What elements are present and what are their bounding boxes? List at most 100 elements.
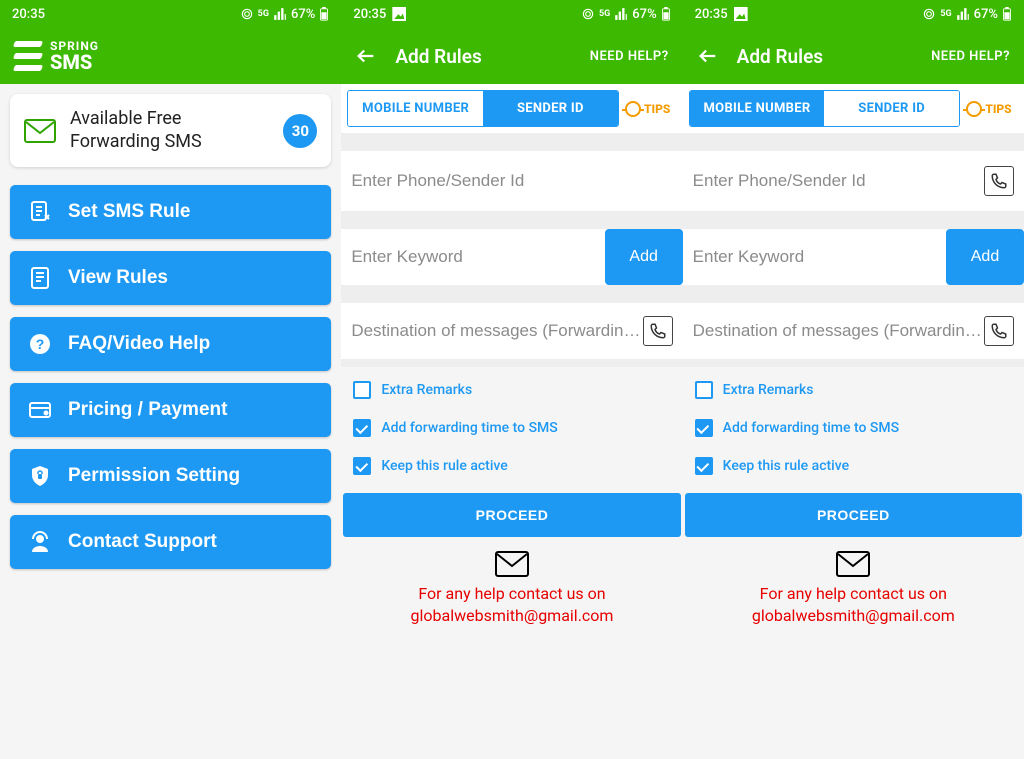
gallery-icon — [392, 7, 406, 21]
free-sms-badge: 30 — [283, 114, 317, 148]
view-rules-label: View Rules — [68, 267, 168, 289]
forwarding-time-row[interactable]: Add forwarding time to SMS — [347, 409, 676, 447]
tips-link[interactable]: TIPS — [960, 90, 1018, 127]
proceed-button[interactable]: PROCEED — [343, 493, 680, 537]
keyword-row: Add — [683, 229, 1024, 285]
status-battery: 67% — [974, 7, 998, 22]
app-bar: Add Rules NEED HELP? — [341, 28, 682, 84]
faq-label: FAQ/Video Help — [68, 333, 210, 355]
forwarding-time-row[interactable]: Add forwarding time to SMS — [689, 409, 1018, 447]
status-battery: 67% — [291, 7, 315, 22]
phone-sender-input[interactable] — [693, 171, 984, 191]
set-sms-rule-button[interactable]: Set SMS Rule — [10, 185, 331, 239]
app-bar: SPRING SMS — [0, 28, 341, 84]
pick-contact-button[interactable] — [984, 166, 1014, 196]
destination-input[interactable] — [351, 321, 642, 341]
keyword-input[interactable] — [683, 229, 946, 285]
payment-icon — [28, 398, 52, 422]
shield-icon — [28, 464, 52, 488]
keep-active-row[interactable]: Keep this rule active — [347, 447, 676, 485]
checkbox-icon[interactable] — [353, 419, 371, 437]
back-icon[interactable] — [355, 45, 377, 67]
view-rules-button[interactable]: View Rules — [10, 251, 331, 305]
keep-active-label: Keep this rule active — [723, 458, 849, 474]
permission-label: Permission Setting — [68, 465, 240, 487]
checkbox-icon[interactable] — [353, 381, 371, 399]
bulb-icon — [625, 101, 641, 117]
tips-label: TIPS — [644, 102, 670, 116]
phone-sender-input[interactable] — [351, 171, 672, 191]
need-help-link[interactable]: NEED HELP? — [931, 49, 1010, 64]
status-icons: 5G 67% — [240, 7, 330, 22]
faq-button[interactable]: ? FAQ/Video Help — [10, 317, 331, 371]
rule-type-tabs: MOBILE NUMBER SENDER ID — [347, 90, 618, 127]
status-icons: 5G 67% — [922, 7, 1012, 22]
add-keyword-button[interactable]: Add — [946, 229, 1024, 285]
phone-icon — [649, 322, 667, 340]
brand-line2: SMS — [50, 52, 99, 72]
tab-sender-id[interactable]: SENDER ID — [483, 91, 618, 126]
envelope-icon — [836, 551, 870, 577]
pick-contact-button[interactable] — [643, 316, 673, 346]
tab-mobile-number[interactable]: MOBILE NUMBER — [690, 91, 825, 126]
tips-link[interactable]: TIPS — [619, 90, 677, 127]
app-logo: SPRING SMS — [14, 40, 99, 72]
status-icons: 5G 67% — [581, 7, 671, 22]
sender-input-row — [341, 151, 682, 211]
help-email[interactable]: globalwebsmith@gmail.com — [361, 605, 662, 627]
phone-icon — [990, 322, 1008, 340]
tips-label: TIPS — [985, 102, 1011, 116]
forwarding-time-label: Add forwarding time to SMS — [723, 420, 899, 436]
svg-text:?: ? — [36, 336, 45, 352]
screen-add-rules-sender: 20:35 5G 67% Add Rules NEED HELP? MOBILE… — [683, 0, 1024, 759]
screen-home: 20:35 5G 67% SPRING SMS Available Free F… — [0, 0, 341, 759]
help-email[interactable]: globalwebsmith@gmail.com — [703, 605, 1004, 627]
keyword-input[interactable] — [341, 229, 604, 285]
bulb-icon — [966, 101, 982, 117]
contact-support-label: Contact Support — [68, 531, 217, 553]
checkbox-icon[interactable] — [695, 419, 713, 437]
checkbox-icon[interactable] — [353, 457, 371, 475]
checkbox-icon[interactable] — [695, 381, 713, 399]
status-time: 20:35 — [353, 7, 386, 22]
pick-contact-button[interactable] — [984, 316, 1014, 346]
free-sms-card[interactable]: Available Free Forwarding SMS 30 — [10, 94, 331, 167]
extra-remarks-label: Extra Remarks — [723, 382, 814, 398]
extra-remarks-row[interactable]: Extra Remarks — [689, 371, 1018, 409]
contact-support-button[interactable]: Contact Support — [10, 515, 331, 569]
envelope-icon — [495, 551, 529, 577]
status-bar: 20:35 5G 67% — [341, 0, 682, 28]
help-line1: For any help contact us on — [703, 583, 1004, 605]
status-time: 20:35 — [695, 7, 728, 22]
app-bar: Add Rules NEED HELP? — [683, 28, 1024, 84]
permission-button[interactable]: Permission Setting — [10, 449, 331, 503]
status-bar: 20:35 5G 67% — [0, 0, 341, 28]
checkbox-icon[interactable] — [695, 457, 713, 475]
destination-input[interactable] — [693, 321, 984, 341]
envelope-icon — [24, 119, 56, 143]
keep-active-row[interactable]: Keep this rule active — [689, 447, 1018, 485]
tab-sender-id[interactable]: SENDER ID — [824, 91, 959, 126]
tab-mobile-number[interactable]: MOBILE NUMBER — [348, 91, 483, 126]
back-icon[interactable] — [697, 45, 719, 67]
proceed-button[interactable]: PROCEED — [685, 493, 1022, 537]
help-contact-block: For any help contact us on globalwebsmit… — [683, 537, 1024, 640]
phone-icon — [990, 172, 1008, 190]
rule-type-tabs: MOBILE NUMBER SENDER ID — [689, 90, 960, 127]
status-time: 20:35 — [12, 7, 45, 22]
add-keyword-button[interactable]: Add — [605, 229, 683, 285]
set-sms-rule-label: Set SMS Rule — [68, 201, 190, 223]
pricing-button[interactable]: Pricing / Payment — [10, 383, 331, 437]
free-sms-text: Available Free Forwarding SMS — [70, 108, 269, 153]
need-help-link[interactable]: NEED HELP? — [590, 49, 669, 64]
list-icon — [28, 266, 52, 290]
extra-remarks-row[interactable]: Extra Remarks — [347, 371, 676, 409]
keyword-row: Add — [341, 229, 682, 285]
rule-icon — [28, 200, 52, 224]
status-battery: 67% — [632, 7, 656, 22]
sender-input-row — [683, 151, 1024, 211]
help-line1: For any help contact us on — [361, 583, 662, 605]
keep-active-label: Keep this rule active — [381, 458, 507, 474]
support-icon — [28, 530, 52, 554]
extra-remarks-label: Extra Remarks — [381, 382, 472, 398]
